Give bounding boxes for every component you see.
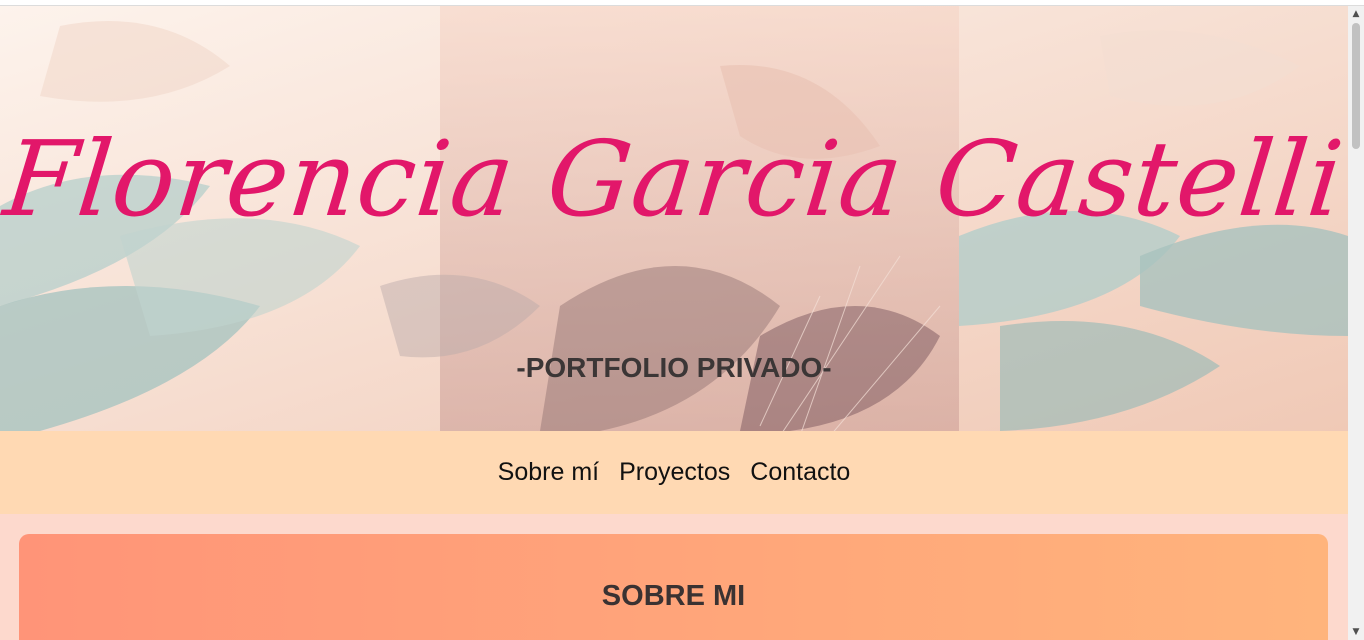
scroll-down-arrow-icon[interactable]: ▼ [1348, 624, 1364, 640]
hero-banner: Florencia Garcia Castelli -PORTFOLIO PRI… [0, 6, 1348, 431]
hero-title: Florencia Garcia Castelli [0, 118, 1348, 240]
about-section-title: SOBRE MI [601, 580, 746, 612]
nav-link-sobre-mi[interactable]: Sobre mí [488, 458, 609, 487]
main-nav: Sobre mí Proyectos Contacto [0, 431, 1348, 514]
scroll-up-arrow-icon[interactable]: ▲ [1348, 6, 1364, 22]
nav-link-proyectos[interactable]: Proyectos [609, 458, 740, 487]
vertical-scrollbar[interactable]: ▲ ▼ [1348, 6, 1364, 640]
about-section: SOBRE MI [19, 534, 1328, 640]
hero-subtitle: -PORTFOLIO PRIVADO- [516, 352, 832, 383]
page: Florencia Garcia Castelli -PORTFOLIO PRI… [0, 6, 1348, 640]
scrollbar-thumb[interactable] [1352, 23, 1360, 149]
nav-link-contacto[interactable]: Contacto [740, 458, 860, 487]
